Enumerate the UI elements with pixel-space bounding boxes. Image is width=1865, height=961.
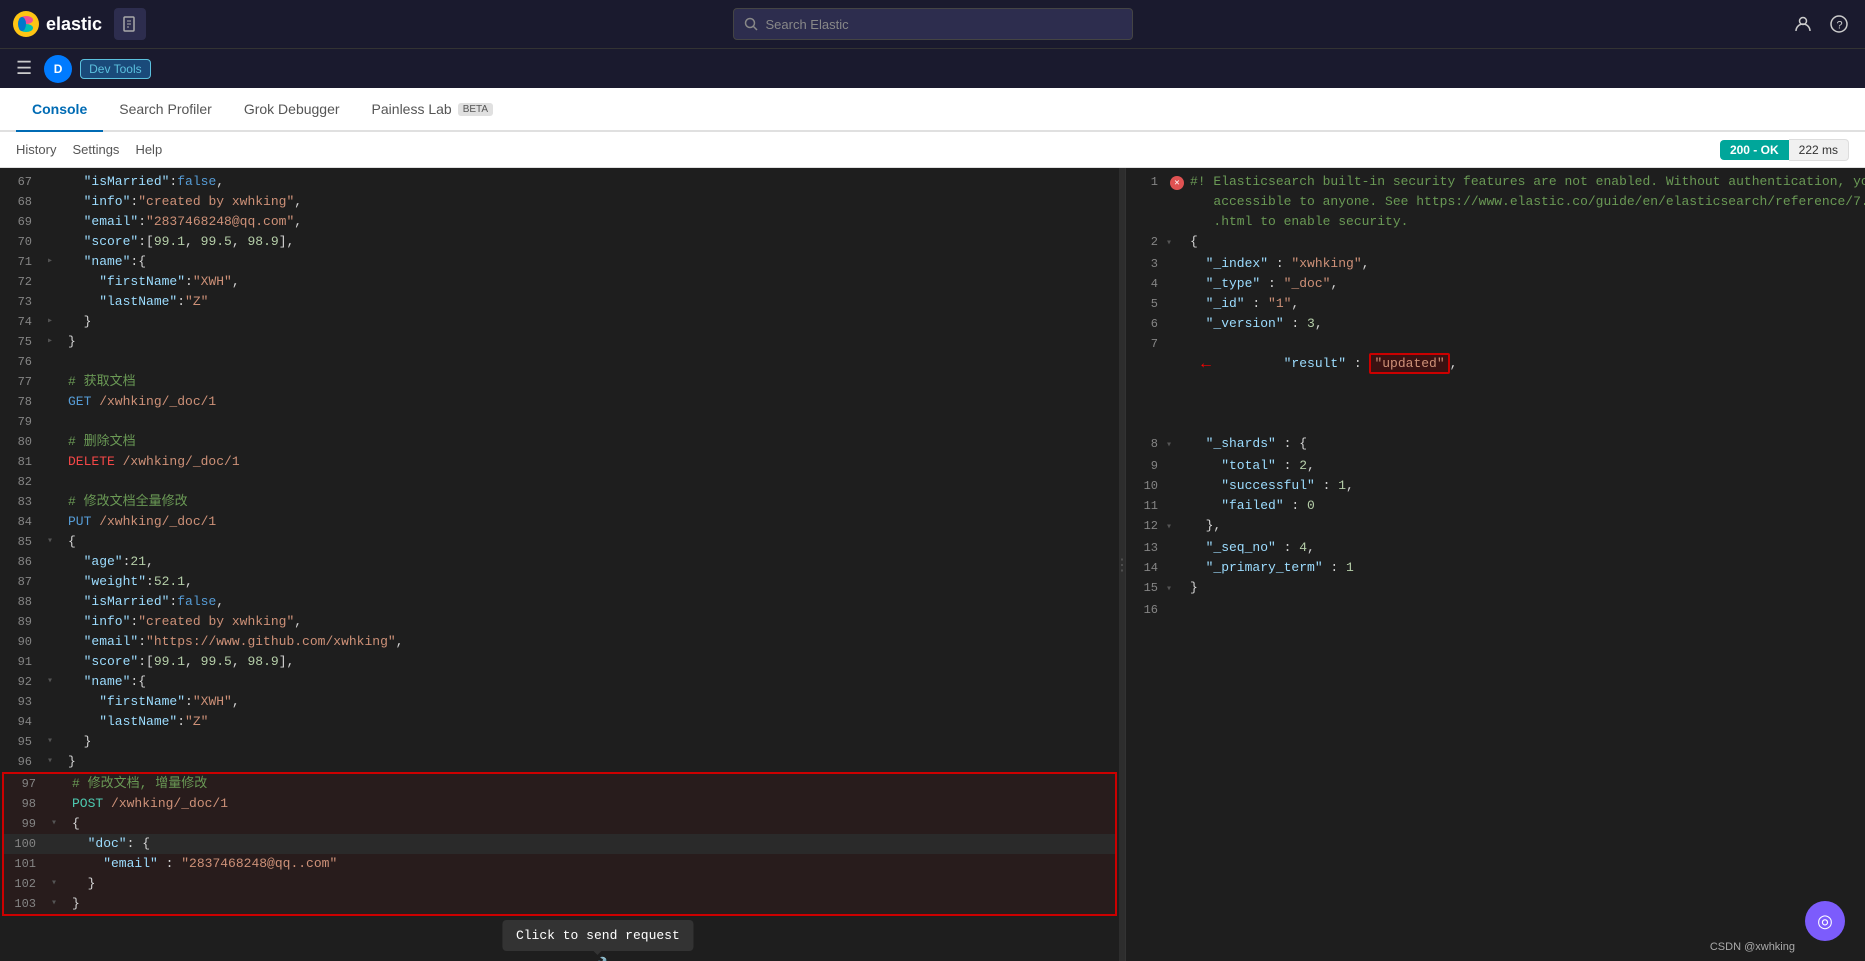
search-placeholder: Search Elastic (766, 17, 849, 32)
chat-icon-button[interactable]: ◎ (1805, 901, 1845, 941)
table-row: 1 ✕ #! Elasticsearch built-in security f… (1126, 172, 1865, 192)
tab-console[interactable]: Console (16, 88, 103, 132)
tabs-bar: Console Search Profiler Grok Debugger Pa… (0, 88, 1865, 132)
response-content: 1 ✕ #! Elasticsearch built-in security f… (1126, 168, 1865, 961)
table-row: 75 ▸ } (0, 332, 1119, 352)
table-row: 98 POST /xwhking/_doc/1 (4, 794, 1115, 814)
tab-grok-debugger[interactable]: Grok Debugger (228, 88, 356, 132)
logo-text: elastic (46, 14, 102, 35)
table-row: 76 (0, 352, 1119, 372)
table-row: 84 PUT /xwhking/_doc/1 (0, 512, 1119, 532)
table-row: 74 ▸ } (0, 312, 1119, 332)
table-row: 12 ▾ }, (1126, 516, 1865, 538)
table-row: 71 ▸ "name":{ (0, 252, 1119, 272)
table-row: 3 "_index" : "xwhking", (1126, 254, 1865, 274)
status-container: 200 - OK 222 ms (1720, 139, 1849, 161)
table-row: 6 "_version" : 3, (1126, 314, 1865, 334)
sub-tabs: History Settings Help (16, 142, 162, 157)
table-row: 94 "lastName":"Z" (0, 712, 1119, 732)
table-row: 4 "_type" : "_doc", (1126, 274, 1865, 294)
table-row: 77 # 获取文档 (0, 372, 1119, 392)
play-button[interactable]: ▶ (578, 955, 589, 961)
table-row: 5 "_id" : "1", (1126, 294, 1865, 314)
status-code: 200 - OK (1720, 140, 1789, 160)
table-row: 90 "email":"https://www.github.com/xwhki… (0, 632, 1119, 652)
sub-tab-settings[interactable]: Settings (72, 142, 119, 157)
tab-search-profiler[interactable]: Search Profiler (103, 88, 228, 132)
status-time: 222 ms (1789, 139, 1849, 161)
table-row: 73 "lastName":"Z" (0, 292, 1119, 312)
table-row: 7 "result" : "updated", ← (1126, 334, 1865, 434)
table-row: 103 ▾ } (4, 894, 1115, 914)
table-row: 8 ▾ "_shards" : { (1126, 434, 1865, 456)
table-row: 88 "isMarried":false, (0, 592, 1119, 612)
table-row: 99 ▾ { (4, 814, 1115, 834)
table-row: 70 "score":[99.1, 99.5, 98.9], (0, 232, 1119, 252)
elastic-logo[interactable]: elastic (12, 10, 102, 38)
table-row: 101 "email" : "2837468248@qq..com" (4, 854, 1115, 874)
table-row: 92 ▾ "name":{ (0, 672, 1119, 692)
top-nav: elastic Search Elastic ? (0, 0, 1865, 48)
editor-panel[interactable]: 67 "isMarried":false, 68 "info":"created… (0, 168, 1119, 961)
table-row: 102 ▾ } (4, 874, 1115, 894)
sub-tab-help[interactable]: Help (135, 142, 162, 157)
send-request-tooltip: Click to send request (502, 920, 694, 951)
table-row: 83 # 修改文档全量修改 (0, 492, 1119, 512)
table-row: 72 "firstName":"XWH", (0, 272, 1119, 292)
table-row: 87 "weight":52.1, (0, 572, 1119, 592)
red-arrow-indicator: ← (1126, 334, 1211, 394)
table-row: 93 "firstName":"XWH", (0, 692, 1119, 712)
table-row: 79 (0, 412, 1119, 432)
table-row: 9 "total" : 2, (1126, 456, 1865, 476)
table-row: 80 # 删除文档 (0, 432, 1119, 452)
user-icon[interactable] (1789, 10, 1817, 38)
table-row: 89 "info":"created by xwhking", (0, 612, 1119, 632)
sub-tabs-container: History Settings Help 200 - OK 222 ms (0, 132, 1865, 168)
table-row: .html to enable security. (1126, 212, 1865, 232)
response-panel: 1 ✕ #! Elasticsearch built-in security f… (1125, 168, 1865, 961)
table-row: 97 # 修改文档, 增量修改 (4, 774, 1115, 794)
beta-badge: BETA (458, 103, 493, 116)
highlighted-request-block: 97 # 修改文档, 增量修改 98 POST /xwhking/_doc/1 … (2, 772, 1117, 916)
nav-right-icons: ? (1789, 10, 1853, 38)
table-row: 69 "email":"2837468248@qq.com", (0, 212, 1119, 232)
table-row: 100 "doc": { (4, 834, 1115, 854)
table-row: 13 "_seq_no" : 4, (1126, 538, 1865, 558)
table-row: 10 "successful" : 1, (1126, 476, 1865, 496)
table-row: 91 "score":[99.1, 99.5, 98.9], (0, 652, 1119, 672)
result-highlight: "updated" (1369, 353, 1449, 374)
table-row: 67 "isMarried":false, (0, 172, 1119, 192)
table-row: 82 (0, 472, 1119, 492)
table-row: 11 "failed" : 0 (1126, 496, 1865, 516)
user-avatar[interactable]: D (44, 55, 72, 83)
table-row: 78 GET /xwhking/_doc/1 (0, 392, 1119, 412)
table-row: 14 "_primary_term" : 1 (1126, 558, 1865, 578)
table-row: 68 "info":"created by xwhking", (0, 192, 1119, 212)
tab-painless-lab[interactable]: Painless Lab BETA (356, 88, 510, 132)
help-icon[interactable]: ? (1825, 10, 1853, 38)
table-row: 96 ▾ } (0, 752, 1119, 772)
svg-text:?: ? (1837, 20, 1843, 32)
table-row: 15 ▾ } (1126, 578, 1865, 600)
main-area: 67 "isMarried":false, 68 "info":"created… (0, 168, 1865, 961)
table-row: accessible to anyone. See https://www.el… (1126, 192, 1865, 212)
table-row: 16 (1126, 600, 1865, 620)
watermark: CSDN @xwhking (1710, 941, 1795, 953)
table-row: 2 ▾ { (1126, 232, 1865, 254)
global-search[interactable]: Search Elastic (733, 8, 1133, 40)
editor-content: 67 "isMarried":false, 68 "info":"created… (0, 168, 1119, 961)
table-row: 95 ▾ } (0, 732, 1119, 752)
sub-tab-history[interactable]: History (16, 142, 56, 157)
table-row: 81 DELETE /xwhking/_doc/1 (0, 452, 1119, 472)
table-row: 86 "age":21, (0, 552, 1119, 572)
tooltip-area: Click to send request ▶ 🔧 (0, 916, 1119, 961)
nav-doc-icon[interactable] (114, 8, 146, 40)
second-nav: ☰ D Dev Tools (0, 48, 1865, 88)
error-indicator: ✕ (1170, 176, 1184, 190)
hamburger-button[interactable]: ☰ (12, 54, 36, 83)
dev-tools-badge[interactable]: Dev Tools (80, 59, 150, 79)
send-request-tooltip-container: Click to send request ▶ 🔧 (502, 920, 694, 961)
table-row: 85 ▾ { (0, 532, 1119, 552)
